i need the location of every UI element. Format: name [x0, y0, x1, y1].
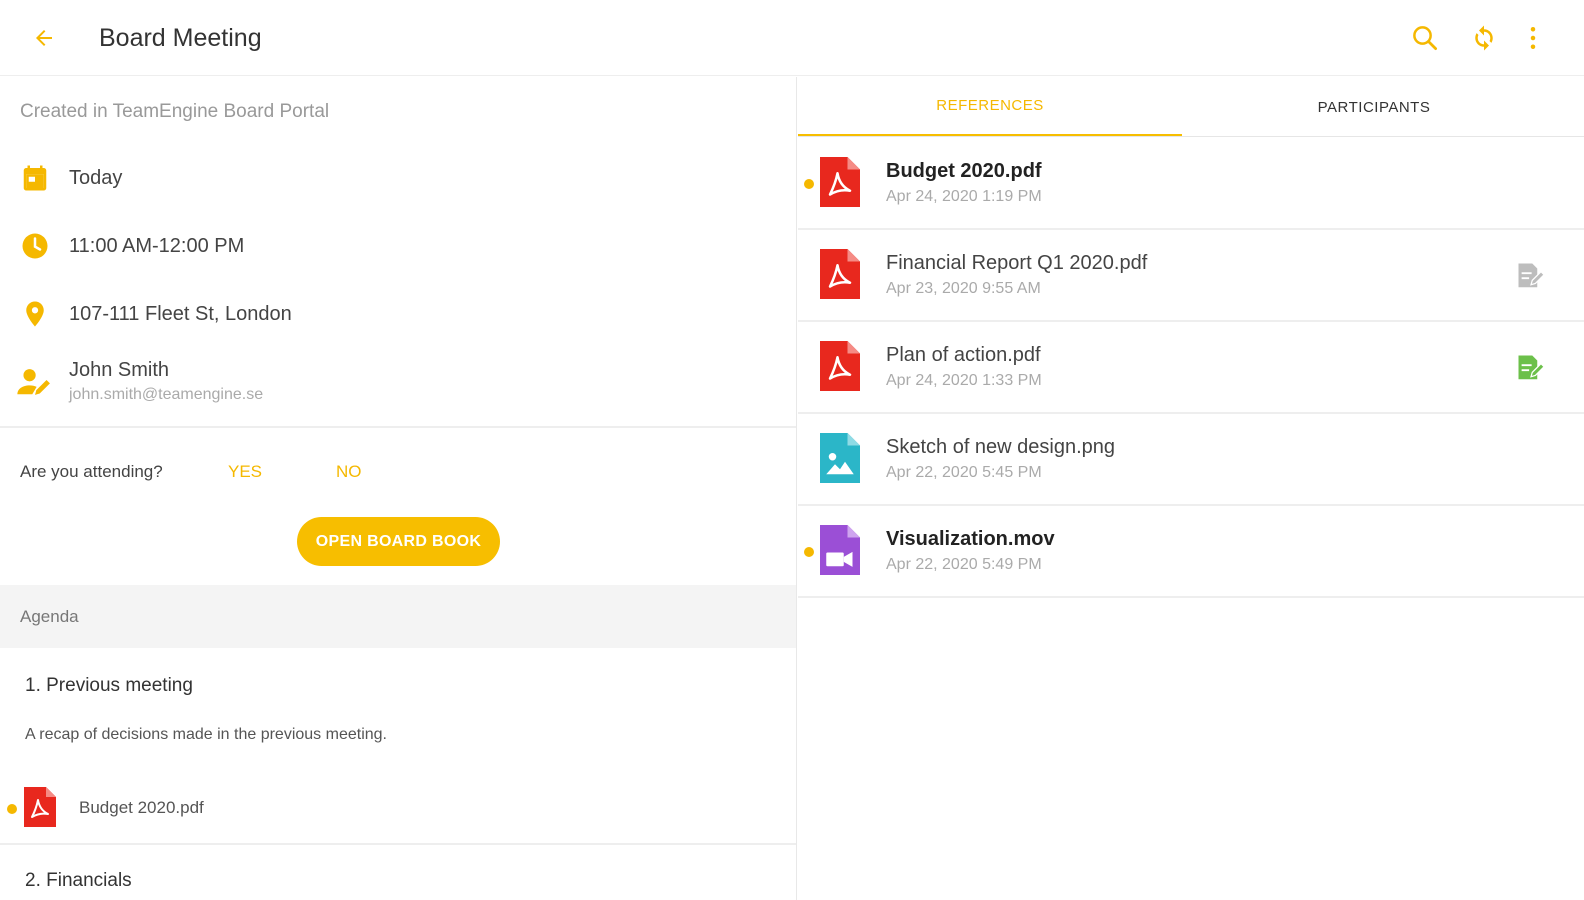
- sync-icon: [1475, 25, 1493, 51]
- more-vertical-icon: [1530, 27, 1536, 49]
- reference-name: Sketch of new design.png: [886, 436, 1116, 458]
- annotation-icon: [1518, 263, 1546, 288]
- time-row: 11:00 AM-12:00 PM: [16, 226, 244, 266]
- agenda-header: Agenda: [0, 585, 796, 648]
- attend-no-button[interactable]: NO: [336, 462, 362, 482]
- attending-question: Are you attending?: [20, 462, 163, 481]
- pdf-file-icon: [820, 249, 860, 299]
- agenda-item-title[interactable]: 2. Financials: [25, 870, 132, 892]
- agenda-item-title[interactable]: 1. Previous meeting: [25, 675, 193, 697]
- sync-button[interactable]: [1466, 20, 1502, 56]
- unread-dot: [804, 179, 814, 189]
- attend-yes-button[interactable]: YES: [228, 462, 262, 482]
- reference-row[interactable]: Sketch of new design.png Apr 22, 2020 5:…: [798, 414, 1584, 506]
- organizer-row: John Smith john.smith@teamengine.se: [16, 359, 263, 404]
- agenda-document-row[interactable]: Budget 2020.pdf: [0, 779, 796, 839]
- search-icon: [1413, 26, 1437, 50]
- organizer-email: john.smith@teamengine.se: [69, 386, 264, 403]
- date-row: Today: [16, 158, 122, 198]
- arrow-left-icon: [36, 30, 52, 46]
- video-file-icon: [820, 525, 860, 575]
- reference-row[interactable]: Visualization.mov Apr 22, 2020 5:49 PM: [798, 506, 1584, 598]
- reference-date: Apr 22, 2020 5:45 PM: [886, 464, 1042, 481]
- page-title: Board Meeting: [99, 24, 262, 52]
- person-edit-icon: [17, 368, 50, 395]
- meeting-time: 11:00 AM-12:00 PM: [69, 234, 245, 257]
- created-in-label: Created in TeamEngine Board Portal: [20, 101, 330, 122]
- pdf-file-icon: [820, 157, 860, 207]
- reference-name: Visualization.mov: [886, 528, 1055, 550]
- reference-date: Apr 22, 2020 5:49 PM: [886, 556, 1042, 573]
- organizer-name: John Smith: [69, 359, 170, 381]
- location-row[interactable]: 107-111 Fleet St, London: [16, 294, 292, 334]
- references-panel: REFERENCES PARTICIPANTS Budget 2020.pdf …: [798, 77, 1584, 900]
- reference-row[interactable]: Budget 2020.pdf Apr 24, 2020 1:19 PM: [798, 138, 1584, 230]
- reference-date: Apr 24, 2020 1:19 PM: [886, 188, 1042, 205]
- reference-name: Budget 2020.pdf: [886, 160, 1042, 182]
- divider: [0, 426, 796, 428]
- image-file-icon: [820, 433, 860, 483]
- back-button[interactable]: [28, 22, 60, 54]
- pdf-file-icon: [820, 341, 860, 391]
- reference-row[interactable]: Financial Report Q1 2020.pdf Apr 23, 202…: [798, 230, 1584, 322]
- meeting-date: Today: [69, 166, 123, 189]
- unread-dot: [804, 547, 814, 557]
- reference-name: Financial Report Q1 2020.pdf: [886, 252, 1148, 274]
- tabs-divider: [798, 136, 1584, 137]
- meeting-location: 107-111 Fleet St, London: [69, 302, 292, 325]
- annotation-icon: [1518, 355, 1546, 380]
- tab-references[interactable]: REFERENCES: [798, 77, 1182, 137]
- calendar-icon: [23, 165, 47, 191]
- agenda-label: Agenda: [20, 607, 79, 626]
- agenda-item-description: A recap of decisions made in the previou…: [25, 726, 387, 743]
- more-button[interactable]: [1515, 20, 1551, 56]
- app-bar: Board Meeting: [0, 0, 1584, 76]
- unread-dot: [7, 804, 17, 814]
- open-board-book-button[interactable]: OPEN BOARD BOOK: [297, 517, 500, 566]
- divider: [0, 843, 796, 845]
- reference-date: Apr 24, 2020 1:33 PM: [886, 372, 1042, 389]
- reference-date: Apr 23, 2020 9:55 AM: [886, 280, 1041, 297]
- agenda-document-name: Budget 2020.pdf: [79, 798, 204, 817]
- pdf-file-icon: [24, 787, 56, 827]
- tab-participants[interactable]: PARTICIPANTS: [1182, 77, 1566, 137]
- reference-name: Plan of action.pdf: [886, 344, 1041, 366]
- search-button[interactable]: [1407, 20, 1443, 56]
- meeting-details-panel: Created in TeamEngine Board Portal Today…: [0, 77, 797, 900]
- clock-icon: [22, 233, 48, 259]
- reference-row[interactable]: Plan of action.pdf Apr 24, 2020 1:33 PM: [798, 322, 1584, 414]
- location-pin-icon: [26, 301, 44, 327]
